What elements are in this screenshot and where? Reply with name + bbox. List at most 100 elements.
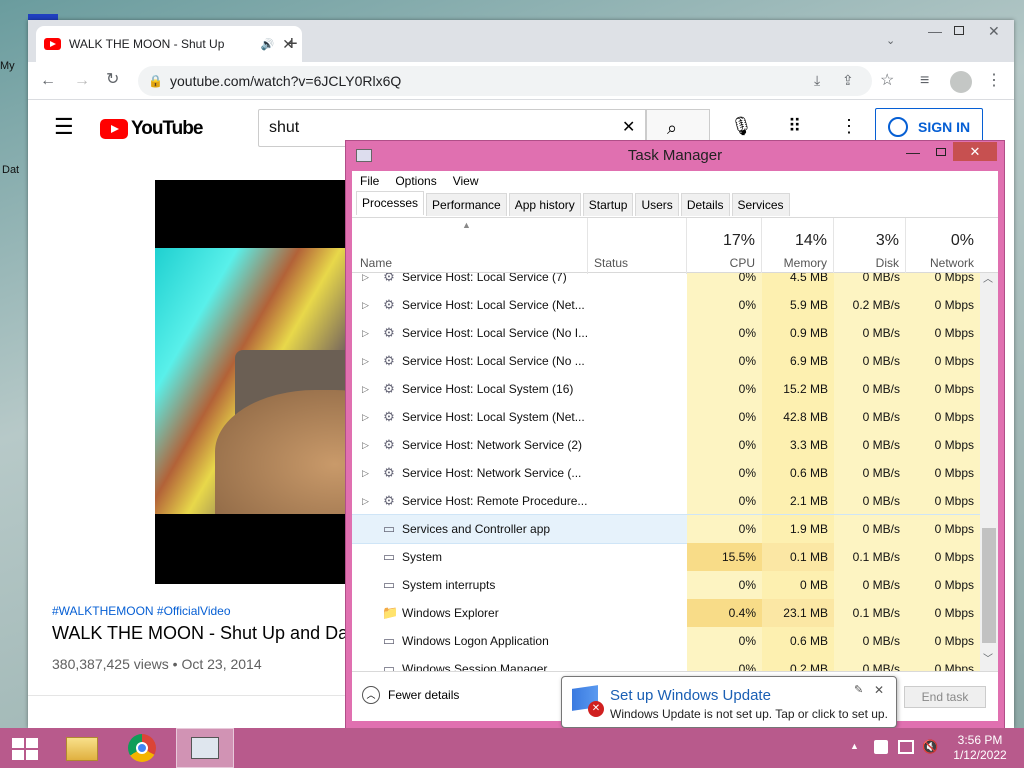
- video-hashtags[interactable]: #WALKTHEMOON #OfficialVideo: [52, 604, 231, 618]
- memory-value: 3.3 MB: [762, 431, 834, 459]
- desktop-icon-label[interactable]: Dat: [2, 164, 19, 176]
- cpu-value: 0%: [687, 375, 762, 403]
- expand-arrow-icon[interactable]: ▷: [362, 319, 369, 347]
- process-row[interactable]: ▷ ⚙ Service Host: Local System (16) 0% 15.2 …: [352, 375, 980, 403]
- maximize-icon[interactable]: [954, 26, 964, 35]
- menu-file[interactable]: File: [360, 174, 379, 188]
- expand-arrow-icon[interactable]: ▷: [362, 403, 369, 431]
- network-icon[interactable]: [898, 740, 914, 754]
- install-icon[interactable]: ⤓: [814, 73, 820, 87]
- file-explorer-taskbar-button[interactable]: [56, 728, 112, 768]
- account-circle-icon: [888, 117, 908, 137]
- fewer-details-button[interactable]: ︿ Fewer details: [362, 686, 459, 704]
- view-count: 380,387,425 views: [52, 656, 169, 672]
- pin-icon[interactable]: ✎: [854, 685, 863, 696]
- menu-options[interactable]: Options: [395, 174, 436, 188]
- disk-value: 0.2 MB/s: [834, 291, 906, 319]
- start-button[interactable]: [0, 728, 56, 768]
- browser-tab[interactable]: WALK THE MOON - Shut Up 🔊 ✕: [36, 26, 302, 62]
- tab-app-history[interactable]: App history: [508, 193, 581, 216]
- window-icon: ▭: [382, 661, 396, 672]
- column-disk[interactable]: 3% Disk: [834, 218, 906, 274]
- chrome-taskbar-button[interactable]: [116, 728, 172, 768]
- scroll-down-icon[interactable]: ﹀: [983, 655, 993, 665]
- expand-arrow-icon[interactable]: ▷: [362, 375, 369, 403]
- tm-minimize-icon[interactable]: —: [906, 145, 920, 159]
- process-row[interactable]: ▷ ⚙ Service Host: Local System (Net... 0% 42…: [352, 403, 980, 431]
- forward-icon[interactable]: →: [74, 73, 90, 89]
- close-notification-icon[interactable]: ✕: [874, 684, 884, 696]
- task-manager-body: File Options View Processes Performance Ap…: [352, 171, 998, 721]
- tab-search-icon[interactable]: ⌄: [886, 36, 895, 47]
- process-row[interactable]: ▭ System interrupts 0% 0 MB 0 MB/s 0 Mbps: [352, 571, 980, 599]
- desktop-icon-label[interactable]: My: [0, 60, 15, 72]
- bookmark-star-icon[interactable]: ☆: [880, 73, 894, 89]
- address-bar[interactable]: 🔒 youtube.com/watch?v=6JCLY0Rlx6Q ⤓ ⇪: [138, 66, 872, 96]
- clear-search-icon[interactable]: ✕: [622, 120, 635, 136]
- apps-grid-icon[interactable]: ⠿: [788, 117, 801, 135]
- column-network[interactable]: 0% Network: [906, 218, 980, 274]
- process-row[interactable]: ▭ Windows Session Manager 0% 0.2 MB 0 MB/s 0 …: [352, 655, 980, 671]
- menu-kebab-icon[interactable]: ⋮: [986, 73, 1002, 89]
- expand-arrow-icon[interactable]: ▷: [362, 273, 369, 291]
- media-icon[interactable]: ≡: [920, 73, 929, 89]
- back-icon[interactable]: ←: [40, 73, 56, 89]
- clock[interactable]: 3:56 PM 1/12/2022: [952, 733, 1008, 763]
- process-row[interactable]: ▷ ⚙ Service Host: Network Service (2) 0% 3.3…: [352, 431, 980, 459]
- settings-kebab-icon[interactable]: ⋮: [840, 117, 858, 135]
- column-status[interactable]: Status: [588, 218, 687, 274]
- process-row[interactable]: ▷ ⚙ Service Host: Local Service (No I... 0%…: [352, 319, 980, 347]
- end-task-button[interactable]: End task: [904, 686, 986, 708]
- column-name[interactable]: ▲ Name: [352, 218, 588, 274]
- tab-processes[interactable]: Processes: [356, 191, 425, 215]
- column-memory[interactable]: 14% Memory: [762, 218, 834, 274]
- cpu-value: 0%: [687, 347, 762, 375]
- hamburger-menu-icon[interactable]: ☰: [54, 116, 74, 138]
- process-row[interactable]: ▷ ⚙ Service Host: Local Service (7) 0% 4.5 M…: [352, 273, 980, 291]
- process-row[interactable]: ▭ Windows Logon Application 0% 0.6 MB 0 MB/s…: [352, 627, 980, 655]
- action-center-flag-icon[interactable]: [874, 740, 888, 754]
- task-manager-taskbar-button[interactable]: [176, 728, 234, 768]
- youtube-logo[interactable]: YouTube: [100, 118, 203, 140]
- process-row[interactable]: ▷ ⚙ Service Host: Local Service (No ... 0% 6…: [352, 347, 980, 375]
- process-row[interactable]: ▭ System 15.5% 0.1 MB 0.1 MB/s 0 Mbps: [352, 543, 980, 571]
- scrollbar-thumb[interactable]: [982, 528, 996, 643]
- share-icon[interactable]: ⇪: [842, 73, 854, 87]
- memory-value: 6.9 MB: [762, 347, 834, 375]
- tab-performance[interactable]: Performance: [426, 193, 507, 216]
- meta-separator: •: [172, 656, 178, 672]
- disk-value: 0 MB/s: [834, 627, 906, 655]
- expand-arrow-icon[interactable]: ▷: [362, 459, 369, 487]
- process-row[interactable]: ▷ ⚙ Service Host: Local Service (Net... 0% 5…: [352, 291, 980, 319]
- close-window-icon[interactable]: ✕: [988, 24, 1000, 38]
- profile-avatar-icon[interactable]: [950, 71, 972, 93]
- scroll-up-icon[interactable]: ︿: [983, 275, 993, 285]
- column-cpu[interactable]: 17% CPU: [687, 218, 762, 274]
- process-row[interactable]: 📁 Windows Explorer 0.4% 23.1 MB 0.1 MB/s 0 Mb…: [352, 599, 980, 627]
- windows-update-notification[interactable]: ✕ Set up Windows Update Windows Update i…: [561, 676, 897, 728]
- reload-icon[interactable]: ↻: [106, 72, 119, 88]
- expand-arrow-icon[interactable]: ▷: [362, 347, 369, 375]
- tab-users[interactable]: Users: [635, 193, 679, 216]
- speaker-icon[interactable]: 🔊: [261, 38, 275, 51]
- minimize-icon[interactable]: —: [928, 24, 942, 38]
- process-list: ▷ ⚙ Service Host: Local Service (7) 0% 4.5 M…: [352, 273, 980, 671]
- menu-view[interactable]: View: [453, 174, 479, 188]
- show-hidden-icons-icon[interactable]: ▲: [850, 742, 859, 751]
- network-value: 0 Mbps: [906, 403, 980, 431]
- tm-close-button[interactable]: ✕: [953, 142, 997, 161]
- process-row[interactable]: ▷ ⚙ Service Host: Remote Procedure... 0% 2.1…: [352, 487, 980, 515]
- tm-maximize-icon[interactable]: [936, 148, 946, 156]
- process-list-scrollbar[interactable]: ︿ ﹀: [980, 273, 998, 671]
- microphone-icon[interactable]: 🎙: [730, 117, 753, 135]
- new-tab-button[interactable]: +: [286, 34, 298, 54]
- process-row[interactable]: ▭ Services and Controller app 0% 1.9 MB 0 MB…: [352, 514, 980, 544]
- expand-arrow-icon[interactable]: ▷: [362, 431, 369, 459]
- volume-muted-icon[interactable]: 🔇: [922, 740, 938, 753]
- process-row[interactable]: ▷ ⚙ Service Host: Network Service (... 0% 0.…: [352, 459, 980, 487]
- tab-services[interactable]: Services: [731, 193, 790, 216]
- expand-arrow-icon[interactable]: ▷: [362, 487, 369, 515]
- tab-startup[interactable]: Startup: [582, 193, 634, 216]
- expand-arrow-icon[interactable]: ▷: [362, 291, 369, 319]
- tab-details[interactable]: Details: [680, 193, 730, 216]
